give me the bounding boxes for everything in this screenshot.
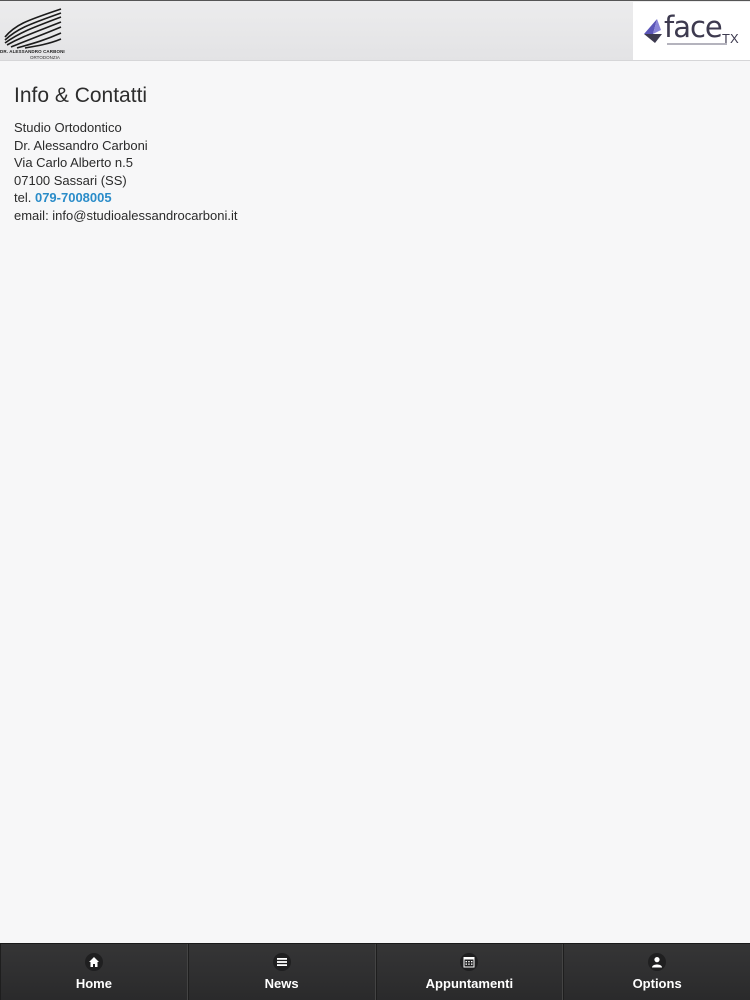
calendar-icon: [460, 953, 479, 971]
home-icon: [84, 953, 103, 971]
phone-prefix: tel.: [14, 190, 32, 206]
facetx-logo-face: face: [664, 10, 723, 44]
facetx-mark-icon: [644, 19, 662, 43]
wave-stripes-icon: [4, 8, 62, 49]
studio-name: Studio Ortodontico: [14, 120, 122, 135]
app-header: DR. ALESSANDRO CARBONI ORTODONZIA face T…: [0, 0, 750, 61]
bottom-tab-bar: Home News Appuntamenti Options: [0, 943, 750, 1000]
studio-logo-subtitle: ORTODONZIA: [30, 55, 60, 60]
tab-news-label: News: [264, 976, 299, 991]
phone-line: tel. 079-7008005: [14, 189, 714, 207]
doctor-name: Dr. Alessandro Carboni: [14, 137, 148, 153]
info-contacts-section: Info & Contatti Studio Ortodontico Dr. A…: [14, 84, 714, 225]
menu-lines-icon: [272, 953, 291, 971]
address-city: 07100 Sassari (SS): [14, 172, 127, 188]
facetx-logo[interactable]: face TX: [633, 2, 750, 60]
email-line: email: info@studioalessandrocarboni.it: [14, 207, 238, 223]
page-title: Info & Contatti: [14, 84, 148, 107]
tab-home-label: Home: [75, 976, 112, 991]
tab-appuntamenti[interactable]: Appuntamenti: [375, 944, 564, 1000]
user-icon: [648, 953, 667, 971]
tab-news[interactable]: News: [187, 944, 376, 1000]
studio-logo[interactable]: DR. ALESSANDRO CARBONI ORTODONZIA: [0, 2, 65, 60]
tab-home[interactable]: Home: [0, 944, 188, 1000]
tab-options[interactable]: Options: [563, 944, 750, 1000]
tab-appuntamenti-label: Appuntamenti: [425, 976, 514, 991]
tab-options-label: Options: [632, 976, 682, 991]
facetx-tagline-bar: [667, 43, 727, 45]
phone-link[interactable]: 079-7008005: [35, 190, 112, 205]
address-street: Via Carlo Alberto n.5: [14, 155, 133, 171]
studio-logo-name: DR. ALESSANDRO CARBONI: [0, 49, 65, 54]
